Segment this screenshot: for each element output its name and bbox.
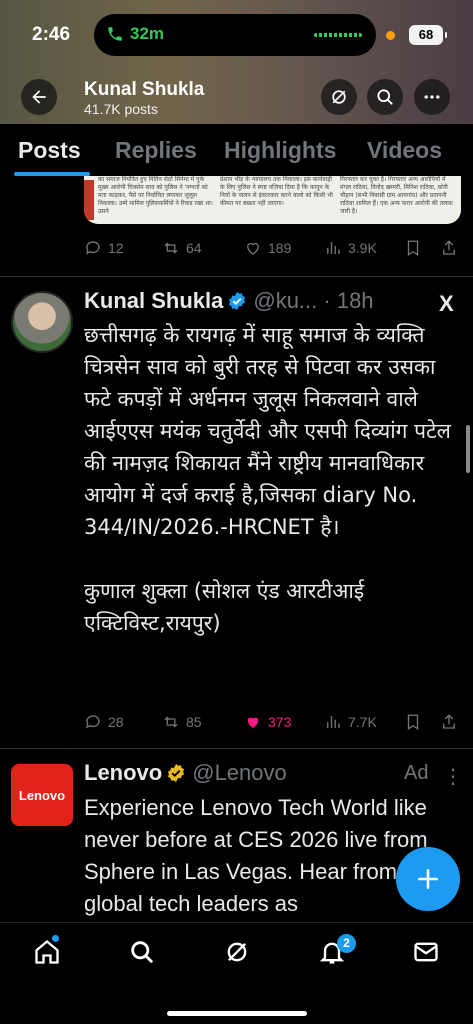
newspaper-red-tag <box>84 180 94 220</box>
x-logo-icon: X <box>439 291 454 316</box>
status-time: 2:46 <box>32 24 71 45</box>
ad-author-handle[interactable]: @Lenovo <box>192 760 287 785</box>
post-divider <box>0 276 473 277</box>
gold-verified-badge-icon <box>168 763 185 783</box>
bar-chart-icon <box>327 242 340 254</box>
bookmark-icon <box>407 714 419 731</box>
arrow-left-icon <box>32 90 46 104</box>
profile-posts-count: 41.7K posts <box>84 101 158 117</box>
repost-count: 85 <box>186 714 202 730</box>
views-button[interactable]: 3.9K <box>324 239 377 257</box>
like-count: 189 <box>268 240 292 256</box>
back-button[interactable] <box>21 79 57 115</box>
active-tab-indicator <box>14 172 90 176</box>
dynamic-island[interactable]: 32m <box>94 14 376 56</box>
nav-messages[interactable] <box>412 938 440 966</box>
views-count: 7.7K <box>348 714 377 730</box>
repost-icon <box>164 716 178 728</box>
notifications-badge: 2 <box>337 934 356 953</box>
advertiser-logo[interactable]: Lenovo <box>11 764 73 826</box>
newspaper-column: प्रेशान भीड़ के न्यायालय तक निकाला। इस क… <box>220 176 333 207</box>
grok-button[interactable] <box>321 79 357 115</box>
reply-button[interactable]: 12 <box>84 239 124 257</box>
reply-icon <box>85 715 100 729</box>
search-icon <box>131 941 153 963</box>
post-text: छत्तीसगढ़ के रायगढ़ में साहू समाज के व्य… <box>84 323 451 635</box>
mic-in-use-indicator <box>386 31 395 40</box>
repost-count: 64 <box>186 240 202 256</box>
bookmark-button[interactable] <box>404 239 422 257</box>
scrollbar[interactable] <box>466 425 470 473</box>
share-button[interactable] <box>440 713 458 731</box>
ad-author-name[interactable]: Lenovo <box>84 760 162 785</box>
tab-videos[interactable]: Videos <box>367 137 442 164</box>
reply-button[interactable]: 28 <box>84 713 124 731</box>
author-handle[interactable]: @ku... <box>253 288 317 313</box>
call-duration: 32m <box>130 24 165 43</box>
verified-badge-icon <box>229 291 246 311</box>
like-count: 373 <box>268 714 292 730</box>
like-button[interactable]: 189 <box>244 239 291 257</box>
post-actions: 28 85 373 7.7K <box>84 711 464 733</box>
bottom-navigation: 2 <box>0 922 473 1024</box>
search-icon <box>377 89 393 105</box>
reply-icon <box>85 241 100 255</box>
nav-home[interactable] <box>33 938 61 966</box>
repost-icon <box>164 242 178 254</box>
grok-icon <box>227 942 247 962</box>
ad-header: Lenovo @Lenovo <box>84 760 287 786</box>
nav-grok[interactable] <box>223 938 251 966</box>
bookmark-button[interactable] <box>404 713 422 731</box>
author-name[interactable]: Kunal Shukla <box>84 288 223 313</box>
search-button[interactable] <box>367 79 403 115</box>
tab-posts[interactable]: Posts <box>18 137 81 164</box>
mail-icon <box>414 942 438 962</box>
bar-chart-icon <box>327 716 340 728</box>
ad-label: Ad <box>404 762 429 784</box>
plus-icon <box>418 869 438 889</box>
status-bar: 2:46 32m 68 <box>0 0 473 70</box>
avatar[interactable] <box>11 291 73 353</box>
more-button[interactable] <box>414 79 450 115</box>
newspaper-column: गिरफ्तार कर चुका है। गिरफ्तार अन्य आरोपि… <box>340 176 453 215</box>
post-divider <box>0 748 473 749</box>
post-image-newspaper[interactable]: का समाज नियंत्रित हुए नितिन सेठों सिनेमा… <box>84 176 461 224</box>
grok-icon <box>332 90 346 104</box>
profile-name: Kunal Shukla <box>84 79 205 100</box>
home-unread-dot <box>52 935 59 942</box>
repost-button[interactable]: 85 <box>162 713 202 731</box>
views-count: 3.9K <box>348 240 377 256</box>
profile-header: Kunal Shukla 41.7K posts <box>0 70 473 124</box>
nav-search[interactable] <box>128 938 156 966</box>
like-button[interactable]: 373 <box>244 713 291 731</box>
call-indicator[interactable]: 32m <box>106 24 164 44</box>
compose-button[interactable] <box>396 847 460 911</box>
share-icon <box>443 240 455 255</box>
newspaper-column: का समाज नियंत्रित हुए नितिन सेठों सिनेमा… <box>98 176 213 215</box>
tab-highlights[interactable]: Highlights <box>224 137 336 164</box>
repost-button[interactable]: 64 <box>162 239 202 257</box>
phone-icon <box>108 27 122 41</box>
tab-replies[interactable]: Replies <box>115 137 197 164</box>
heart-icon <box>247 242 259 255</box>
home-indicator[interactable] <box>167 1011 307 1016</box>
share-button[interactable] <box>440 239 458 257</box>
views-button[interactable]: 7.7K <box>324 713 377 731</box>
reply-count: 12 <box>108 240 124 256</box>
battery-indicator: 68 <box>409 25 447 45</box>
audio-wave-icon <box>314 33 362 37</box>
bookmark-icon <box>407 240 419 257</box>
post-time[interactable]: · 18h <box>323 288 373 313</box>
reply-count: 28 <box>108 714 124 730</box>
share-icon <box>443 714 455 729</box>
heart-filled-icon <box>247 717 259 728</box>
ellipsis-icon <box>424 95 440 99</box>
prev-post-actions: 12 64 189 3.9K <box>84 237 464 259</box>
profile-tabs: Posts Replies Highlights Videos <box>0 124 473 176</box>
post-header: Kunal Shukla @ku... · 18h <box>84 288 374 314</box>
home-icon <box>35 939 59 964</box>
ad-more-icon[interactable]: ⋮ <box>443 764 464 789</box>
ad-text: Experience Lenovo Tech World like never … <box>84 795 428 916</box>
